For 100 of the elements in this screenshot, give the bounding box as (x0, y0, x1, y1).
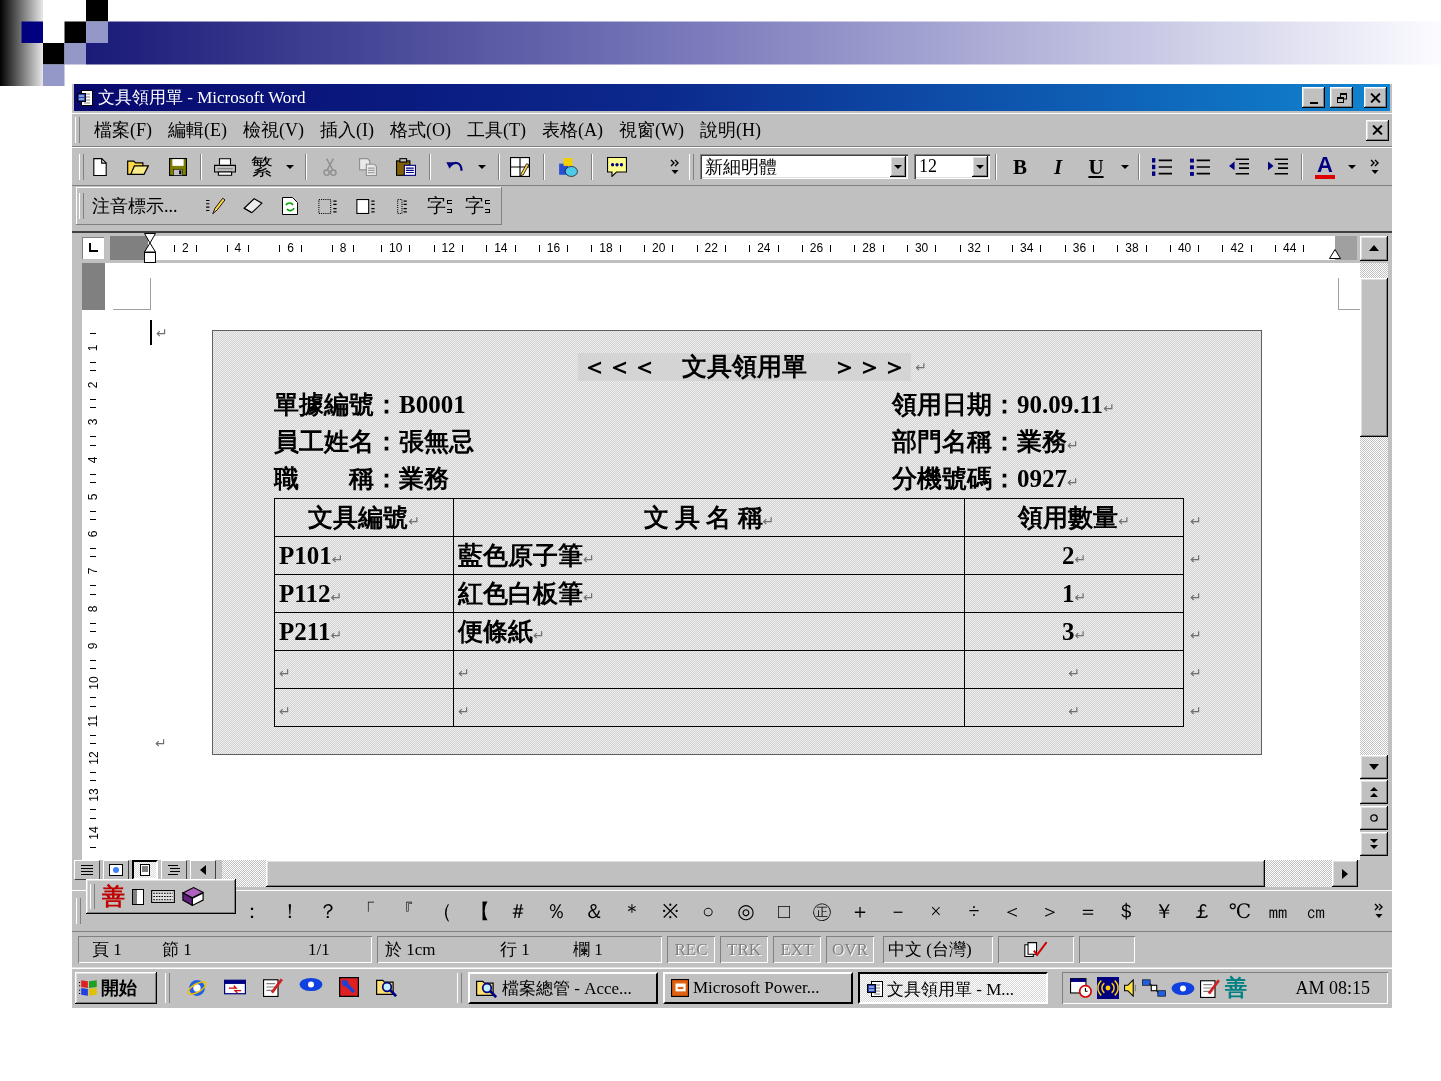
next-page-button[interactable] (1360, 832, 1388, 856)
start-button[interactable]: 開始 (75, 972, 157, 1004)
glyph-button[interactable]: 字 (427, 193, 453, 219)
symbol-button[interactable]: ＝ (1069, 898, 1107, 924)
taskbar-button[interactable]: Microsoft Power... (663, 972, 853, 1004)
chevron-icon[interactable] (670, 158, 680, 175)
symbol-button[interactable]: ！ (271, 898, 309, 924)
font-size-select[interactable]: 12 (914, 154, 990, 179)
symbol-button[interactable]: ㎜ (1259, 898, 1297, 924)
document-arrows-icon[interactable] (282, 197, 298, 215)
symbol-button[interactable]: ： (233, 898, 271, 924)
minimize-button[interactable] (1302, 87, 1325, 108)
dropdown-button[interactable] (890, 156, 906, 177)
toolbar-grip[interactable] (75, 117, 80, 143)
menu-item[interactable]: 說明(H) (691, 116, 769, 144)
symbol-button[interactable]: ＜ (993, 898, 1031, 924)
menu-item[interactable]: 檢視(V) (235, 116, 312, 144)
scroll-left-button[interactable] (190, 860, 216, 880)
convert-button[interactable]: 繁 (251, 153, 273, 180)
dropdown-button[interactable] (972, 156, 988, 177)
right-indent-icon[interactable] (1329, 249, 1341, 259)
scroll-thumb[interactable] (1360, 278, 1388, 437)
tab-selector-button[interactable] (82, 237, 104, 259)
symbol-button[interactable]: ○ (689, 898, 727, 924)
copy-icon[interactable] (359, 157, 377, 176)
vertical-scrollbar[interactable] (1360, 263, 1388, 755)
symbol-button[interactable]: － (879, 898, 917, 924)
scroll-up-button[interactable] (1360, 235, 1388, 261)
open-folder-icon[interactable] (127, 158, 149, 175)
symbol-button[interactable]: ㎝ (1297, 898, 1335, 924)
chevron-icon[interactable] (1374, 903, 1384, 919)
printer-icon[interactable] (214, 157, 236, 176)
symbol-button[interactable]: □ (765, 898, 803, 924)
symbol-button[interactable]: ％ (537, 898, 575, 924)
symbol-button[interactable]: ÷ (955, 898, 993, 924)
help-book-icon[interactable] (182, 887, 204, 906)
paste-icon[interactable] (396, 157, 416, 176)
phonetic-guide-button[interactable]: 注音標示... (86, 194, 178, 218)
font-color-button[interactable]: A (1315, 154, 1335, 179)
speech-bubble-icon[interactable] (607, 156, 627, 177)
decrease-indent-icon[interactable] (1229, 157, 1249, 176)
bold-button[interactable]: B (1013, 154, 1027, 179)
symbol-button[interactable]: ◎ (727, 898, 765, 924)
numbered-list-icon[interactable] (1152, 157, 1172, 176)
taskbar-button[interactable]: 檔案總管 - Acce... (468, 972, 658, 1004)
caret-icon[interactable] (1121, 164, 1129, 169)
input-method-button[interactable]: 善 (102, 883, 125, 910)
browse-object-button[interactable] (1360, 806, 1388, 830)
symbol-button[interactable]: ￡ (1183, 898, 1221, 924)
symbol-button[interactable]: ※ (651, 898, 689, 924)
broadcast-icon[interactable] (1097, 977, 1119, 999)
menu-item[interactable]: 視窗(W) (610, 116, 692, 144)
symbol-button[interactable]: ￥ (1145, 898, 1183, 924)
close-document-button[interactable] (1366, 119, 1389, 141)
underline-button[interactable]: U (1088, 154, 1104, 179)
view-button[interactable] (132, 860, 158, 880)
undo-icon[interactable] (446, 160, 464, 173)
taskbar-button[interactable]: 文具領用單 - M... (858, 972, 1048, 1004)
eraser-icon[interactable] (242, 198, 263, 214)
symbol-button[interactable]: ＆ (575, 898, 613, 924)
spelling-check-icon[interactable] (1024, 941, 1048, 958)
caret-icon[interactable] (478, 164, 486, 169)
frame-icon[interactable] (355, 198, 376, 214)
dotted-frame-icon[interactable] (318, 198, 338, 214)
menu-item[interactable]: 表格(A) (533, 116, 611, 144)
shapes-icon[interactable] (558, 156, 578, 177)
save-icon[interactable] (169, 157, 187, 176)
folder-search-icon[interactable] (376, 977, 398, 997)
menu-item[interactable]: 插入(I) (312, 116, 382, 144)
symbol-button[interactable]: ＄ (1107, 898, 1145, 924)
scroll-down-button[interactable] (1360, 755, 1388, 779)
bullet-list-icon[interactable] (1190, 157, 1210, 176)
menu-item[interactable]: 編輯(E) (160, 116, 235, 144)
indent-marker-icon[interactable] (144, 233, 156, 263)
restore-button[interactable] (1330, 87, 1353, 108)
eye-icon[interactable] (299, 977, 323, 992)
toolbar-grip[interactable] (90, 884, 95, 909)
chevron-icon[interactable] (1369, 158, 1380, 175)
caret-icon[interactable] (286, 164, 294, 169)
half-width-icon[interactable] (132, 888, 144, 905)
brush-icon[interactable] (339, 977, 359, 997)
close-button[interactable] (1364, 87, 1387, 108)
glyph-button[interactable]: 字 (465, 193, 491, 219)
symbol-button[interactable]: × (917, 898, 955, 924)
window-arrows-icon[interactable] (224, 977, 246, 997)
caret-icon[interactable] (1348, 164, 1356, 169)
symbol-button[interactable]: ㊣ (803, 898, 841, 924)
menu-item[interactable]: 工具(T) (458, 116, 534, 144)
symbol-button[interactable]: 『 (385, 898, 423, 924)
notepad-pencil-icon[interactable] (263, 977, 283, 997)
symbol-button[interactable]: ＊ (613, 898, 651, 924)
symbol-button[interactable]: ℃ (1221, 898, 1259, 924)
menu-item[interactable]: 檔案(F) (86, 116, 160, 144)
symbol-button[interactable]: （ (423, 898, 461, 924)
symbol-button[interactable]: 【 (461, 898, 499, 924)
previous-page-button[interactable] (1360, 780, 1388, 804)
symbol-button[interactable]: 「 (347, 898, 385, 924)
eye-icon[interactable] (1171, 980, 1195, 996)
phonetic-pencil-icon[interactable] (205, 197, 225, 215)
calendar-clock-icon[interactable] (1070, 978, 1092, 998)
